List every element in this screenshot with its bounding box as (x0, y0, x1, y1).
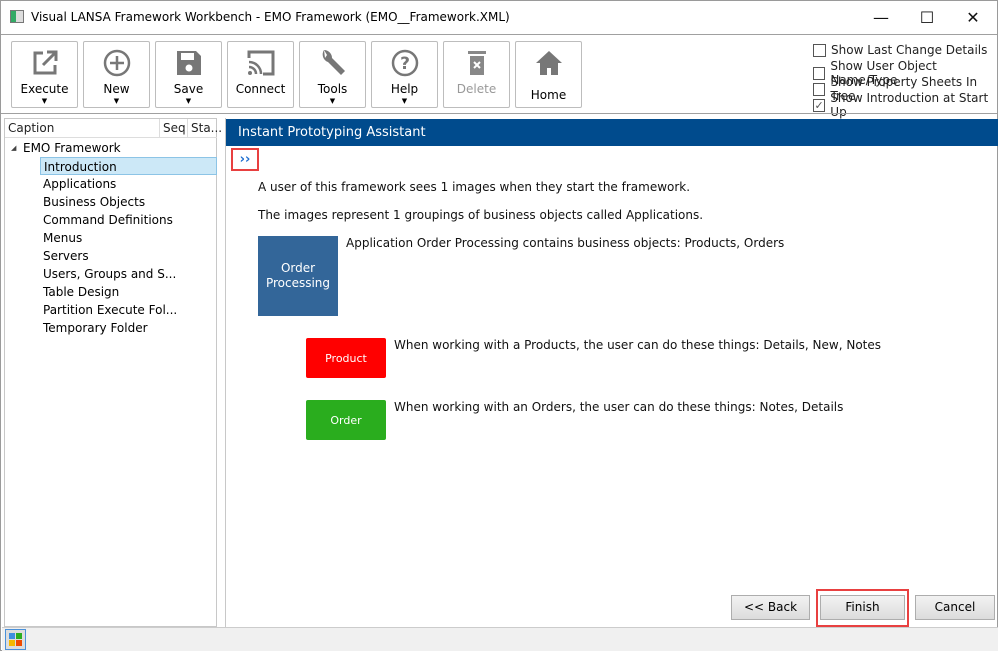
execute-button[interactable]: Execute ▼ (11, 41, 78, 108)
dropdown-arrow-icon: ▼ (401, 97, 408, 105)
tree-item[interactable]: Partition Execute Fol... (40, 301, 180, 319)
option-label: Show Last Change Details (831, 43, 988, 57)
tree-item[interactable]: Applications (40, 175, 119, 193)
finish-button[interactable]: Finish (820, 595, 905, 620)
order-tile[interactable]: Order (306, 400, 386, 440)
tree-panel: Caption Seq Sta... ◢ EMO Framework Intro… (4, 118, 222, 627)
button-label: Home (530, 88, 567, 102)
dropdown-arrow-icon: ▼ (185, 97, 192, 105)
product-description: When working with a Products, the user c… (394, 338, 882, 352)
tree-item[interactable]: Introduction (40, 157, 217, 175)
option-introduction[interactable]: ✓ Show Introduction at Start Up (813, 91, 997, 119)
cancel-button[interactable]: Cancel (915, 595, 995, 620)
delete-button[interactable]: Delete (443, 41, 510, 108)
column-seq[interactable]: Seq (160, 119, 188, 138)
home-button[interactable]: Home (515, 41, 582, 108)
connect-button[interactable]: Connect (227, 41, 294, 108)
tree-item[interactable]: Command Definitions (40, 211, 176, 229)
button-label: Connect (235, 82, 286, 96)
option-label: Show Introduction at Start Up (830, 91, 989, 119)
product-tile[interactable]: Product (306, 338, 386, 378)
new-button[interactable]: New ▼ (83, 41, 150, 108)
column-status[interactable]: Sta... (188, 119, 222, 138)
dropdown-arrow-icon: ▼ (329, 97, 336, 105)
application-tile[interactable]: Order Processing (258, 236, 338, 316)
tree-item[interactable]: Servers (40, 247, 92, 265)
tree-item[interactable]: Users, Groups and S... (40, 265, 179, 283)
application-description: Application Order Processing contains bu… (346, 236, 785, 250)
checkbox-checked[interactable]: ✓ (813, 98, 826, 112)
tree-item[interactable]: Temporary Folder (40, 319, 151, 337)
maximize-button[interactable]: ☐ (907, 5, 947, 29)
button-label: Save (173, 82, 204, 96)
dropdown-arrow-icon: ▼ (41, 97, 48, 105)
checkbox[interactable] (813, 43, 826, 57)
main-panel: Instant Prototyping Assistant ›› A user … (225, 118, 998, 627)
order-description: When working with an Orders, the user ca… (394, 400, 844, 414)
tree-root[interactable]: EMO Framework (23, 139, 121, 157)
option-last-change[interactable]: Show Last Change Details (813, 43, 987, 57)
button-label: Tools (317, 82, 348, 96)
panel-header: Instant Prototyping Assistant (226, 119, 998, 146)
intro-text-1: A user of this framework sees 1 images w… (258, 180, 691, 194)
app-window: Visual LANSA Framework Workbench - EMO F… (0, 0, 998, 651)
tree-item[interactable]: Business Objects (40, 193, 148, 211)
save-button[interactable]: Save ▼ (155, 41, 222, 108)
dropdown-arrow-icon: ▼ (113, 97, 120, 105)
windows-icon[interactable] (5, 629, 26, 650)
button-label: Delete (456, 82, 497, 96)
button-label: Help (390, 82, 419, 96)
svg-text:?: ? (400, 54, 410, 74)
column-caption[interactable]: Caption (5, 119, 160, 138)
minimize-button[interactable]: — (861, 5, 901, 29)
window-title: Visual LANSA Framework Workbench - EMO F… (31, 10, 510, 24)
tree-item[interactable]: Menus (40, 229, 85, 247)
button-label: Execute (20, 82, 69, 96)
button-label: New (103, 82, 130, 96)
divider (1, 34, 997, 35)
divider (1, 113, 997, 114)
expand-button[interactable]: ›› (231, 148, 259, 171)
tools-button[interactable]: Tools ▼ (299, 41, 366, 108)
intro-text-2: The images represent 1 groupings of busi… (258, 208, 704, 222)
close-button[interactable]: ✕ (953, 5, 993, 29)
help-button[interactable]: ? Help ▼ (371, 41, 438, 108)
app-icon (10, 10, 24, 23)
back-button[interactable]: << Back (731, 595, 810, 620)
collapse-icon[interactable]: ◢ (11, 139, 16, 157)
status-bar (2, 627, 998, 651)
tree-item[interactable]: Table Design (40, 283, 122, 301)
